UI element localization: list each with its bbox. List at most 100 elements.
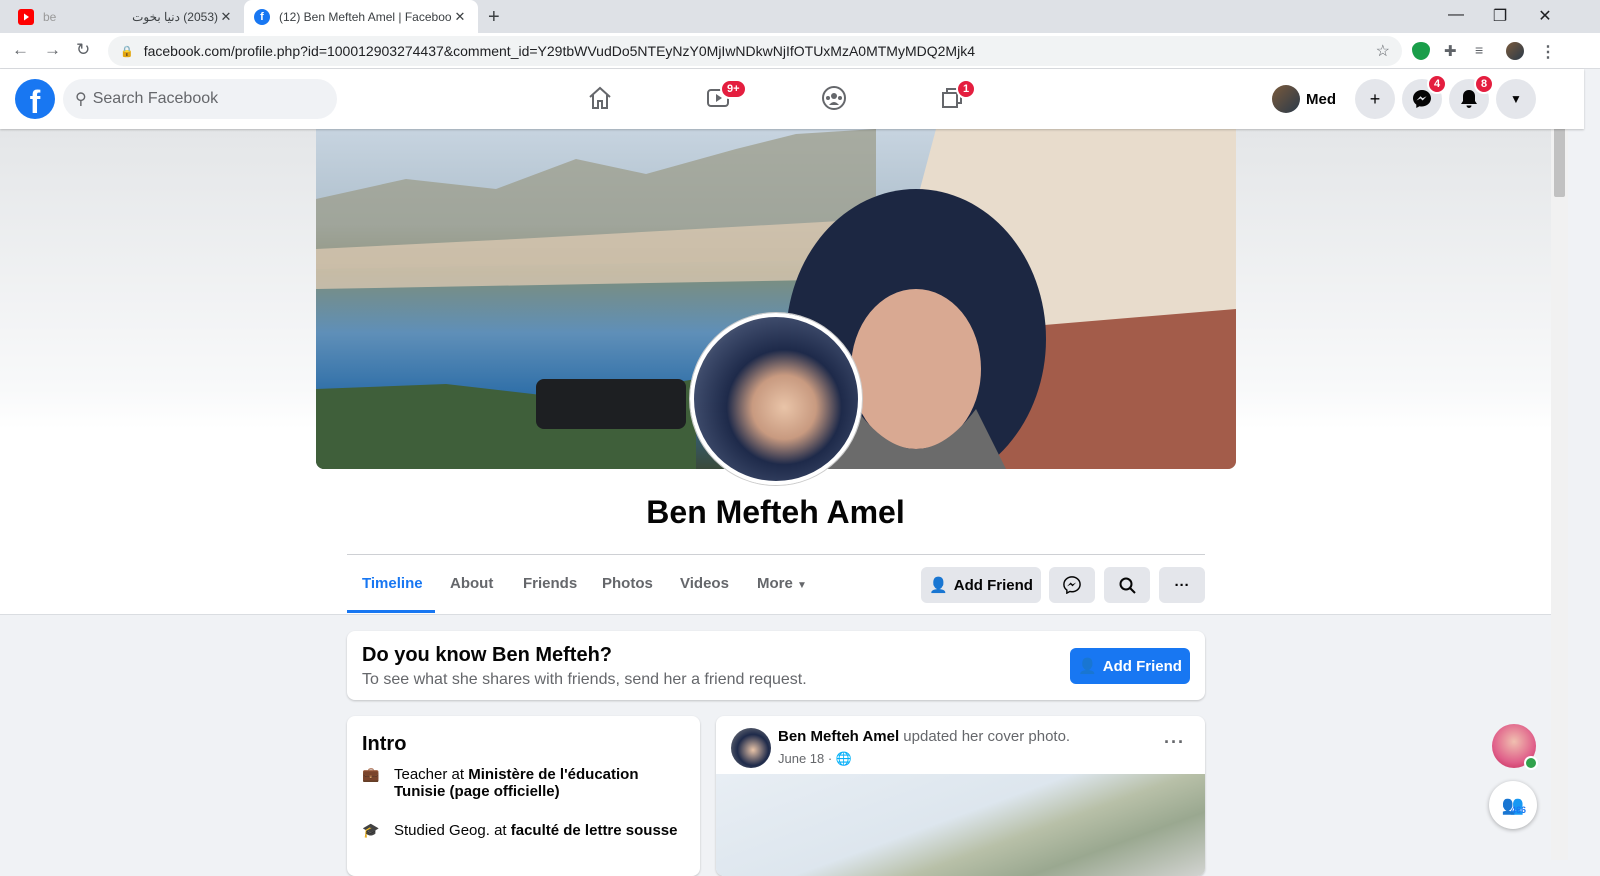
- browser-menu-icon[interactable]: ⋮: [1540, 42, 1558, 61]
- post-header: Ben Mefteh Amel updated her cover photo.: [778, 728, 1070, 745]
- timeline-post: Ben Mefteh Amel updated her cover photo.…: [716, 716, 1205, 876]
- notifications-badge: 8: [1474, 74, 1495, 94]
- intro-title: Intro: [362, 733, 407, 755]
- bookmark-star-icon[interactable]: ☆: [1376, 41, 1390, 61]
- browser-toolbar: ← → ↻ 🔒 facebook.com/profile.php?id=1000…: [0, 33, 1600, 69]
- tab-friends[interactable]: Friends: [523, 575, 577, 592]
- tab-more[interactable]: More ▼: [757, 575, 807, 592]
- education-info: 🎓 Studied Geog. at faculté de lettre sou…: [362, 822, 682, 839]
- messenger-badge: 4: [1427, 74, 1448, 94]
- post-image[interactable]: [716, 774, 1205, 876]
- post-action: updated her cover photo.: [899, 728, 1071, 745]
- search-profile-button[interactable]: [1104, 567, 1150, 603]
- more-options-button[interactable]: ···: [1159, 567, 1205, 603]
- page-scrollbar[interactable]: [1551, 69, 1568, 860]
- contacts-button[interactable]: 👥 466: [1489, 781, 1537, 829]
- search-input[interactable]: [92, 90, 313, 108]
- add-friend-button[interactable]: 👤 Add Friend: [921, 567, 1041, 603]
- profile-avatar-icon[interactable]: [1506, 42, 1524, 60]
- chat-head-avatar[interactable]: [1492, 724, 1538, 770]
- gaming-icon[interactable]: 1: [932, 77, 977, 121]
- add-friend-primary-button[interactable]: 👤 Add Friend: [1070, 648, 1190, 684]
- friend-suggestion-card: Do you know Ben Mefteh? To see what she …: [347, 631, 1205, 700]
- search-box[interactable]: ⚲: [63, 79, 337, 119]
- post-author-link[interactable]: Ben Mefteh Amel: [778, 728, 899, 745]
- study-prefix: Studied Geog. at: [394, 822, 511, 839]
- intro-card: Intro 💼 Teacher at Ministère de l'éducat…: [347, 716, 700, 876]
- facebook-logo-icon[interactable]: f: [15, 79, 55, 120]
- post-author-avatar[interactable]: [731, 728, 771, 768]
- url-text: facebook.com/profile.php?id=100012903274…: [143, 43, 975, 59]
- home-icon[interactable]: [580, 77, 620, 121]
- back-icon[interactable]: ←: [12, 40, 29, 60]
- extensions-puzzle-icon[interactable]: ✚: [1444, 42, 1462, 60]
- avatar: [1272, 85, 1300, 113]
- divider: [347, 554, 1205, 555]
- ellipsis-icon: ···: [1174, 576, 1190, 594]
- tab-facebook[interactable]: f (12) Ben Mefteh Amel | Facebook ✕: [244, 0, 478, 33]
- message-button[interactable]: [1049, 567, 1095, 603]
- card-title: Do you know Ben Mefteh?: [362, 644, 612, 666]
- friends-count: 466: [1511, 805, 1527, 815]
- lock-icon: 🔒: [120, 45, 134, 58]
- watch-video-icon[interactable]: 9+: [698, 77, 747, 121]
- tab-title: (12) Ben Mefteh Amel | Facebook: [279, 9, 452, 24]
- close-tab-icon[interactable]: ✕: [218, 9, 234, 25]
- tab-title-suffix: be: [43, 9, 57, 24]
- work-info: 💼 Teacher at Ministère de l'éducation Tu…: [362, 766, 682, 800]
- briefcase-icon: 💼: [362, 766, 380, 782]
- media-control-icon[interactable]: ≡: [1475, 42, 1493, 60]
- forward-icon[interactable]: →: [44, 40, 61, 60]
- active-tab-indicator: [347, 610, 435, 613]
- search-icon: ⚲: [75, 91, 87, 108]
- add-friend-icon: 👤: [929, 577, 948, 594]
- study-text: Studied Geog. at faculté de lettre souss…: [394, 822, 677, 839]
- youtube-icon: [18, 8, 34, 25]
- messenger-icon[interactable]: 4: [1402, 74, 1448, 119]
- minimize-icon[interactable]: —: [1446, 6, 1466, 24]
- user-name: Med: [1306, 90, 1336, 108]
- messenger-icon: [1063, 576, 1081, 594]
- shield-extension-icon[interactable]: [1412, 42, 1430, 60]
- close-tab-icon[interactable]: ✕: [452, 9, 468, 25]
- search-icon: [1119, 577, 1136, 594]
- groups-icon[interactable]: [814, 77, 854, 121]
- post-date[interactable]: June 18 ·: [778, 751, 832, 766]
- reload-icon[interactable]: ↻: [76, 40, 90, 60]
- work-text: Teacher at Ministère de l'éducation Tuni…: [394, 766, 682, 800]
- tab-timeline[interactable]: Timeline: [362, 575, 423, 592]
- gaming-badge: 1: [956, 79, 977, 99]
- facebook-top-nav: f ⚲ 9+ 1 Med + 4 8 ▼: [0, 69, 1584, 129]
- post-options-icon[interactable]: ···: [1164, 732, 1185, 753]
- close-window-icon[interactable]: ✕: [1535, 6, 1555, 26]
- post-meta: June 18 · 🌐: [778, 751, 852, 767]
- add-friend-label: Add Friend: [953, 576, 1033, 594]
- profile-picture[interactable]: [690, 313, 862, 485]
- tab-videos[interactable]: Videos: [680, 575, 729, 592]
- new-tab-icon[interactable]: +: [488, 6, 500, 29]
- notifications-bell-icon[interactable]: 8: [1449, 74, 1495, 119]
- study-place-link[interactable]: faculté de lettre sousse: [511, 822, 678, 839]
- tab-title: (2053) دنيا بخوت فوزي بن قمره: [131, 9, 219, 24]
- profile-header: Ben Mefteh Amel Timeline About Friends P…: [0, 129, 1551, 615]
- graduation-cap-icon: 🎓: [362, 822, 380, 838]
- globe-icon: 🌐: [835, 751, 853, 766]
- browser-tab-strip: be (2053) دنيا بخوت فوزي بن قمره ✕ f (12…: [0, 0, 1600, 33]
- profile-name: Ben Mefteh Amel: [646, 494, 905, 530]
- tab-youtube[interactable]: be (2053) دنيا بخوت فوزي بن قمره ✕: [8, 0, 244, 33]
- account-menu-chevron-icon[interactable]: ▼: [1496, 79, 1536, 119]
- restore-icon[interactable]: ❐: [1490, 6, 1510, 26]
- add-friend-primary-label: Add Friend: [1102, 657, 1182, 675]
- profile-shortcut[interactable]: Med: [1266, 81, 1336, 117]
- card-text: To see what she shares with friends, sen…: [362, 671, 807, 688]
- tab-about[interactable]: About: [450, 575, 493, 592]
- caret-down-icon: ▼: [797, 580, 807, 591]
- tab-more-label: More: [757, 575, 793, 592]
- address-bar[interactable]: 🔒 facebook.com/profile.php?id=1000129032…: [108, 36, 1402, 66]
- tab-photos[interactable]: Photos: [602, 575, 653, 592]
- facebook-icon: f: [254, 8, 270, 25]
- work-prefix: Teacher at: [394, 766, 469, 783]
- online-status-dot: [1524, 756, 1538, 770]
- add-friend-icon: 👤: [1078, 658, 1097, 675]
- create-plus-icon[interactable]: +: [1355, 79, 1395, 119]
